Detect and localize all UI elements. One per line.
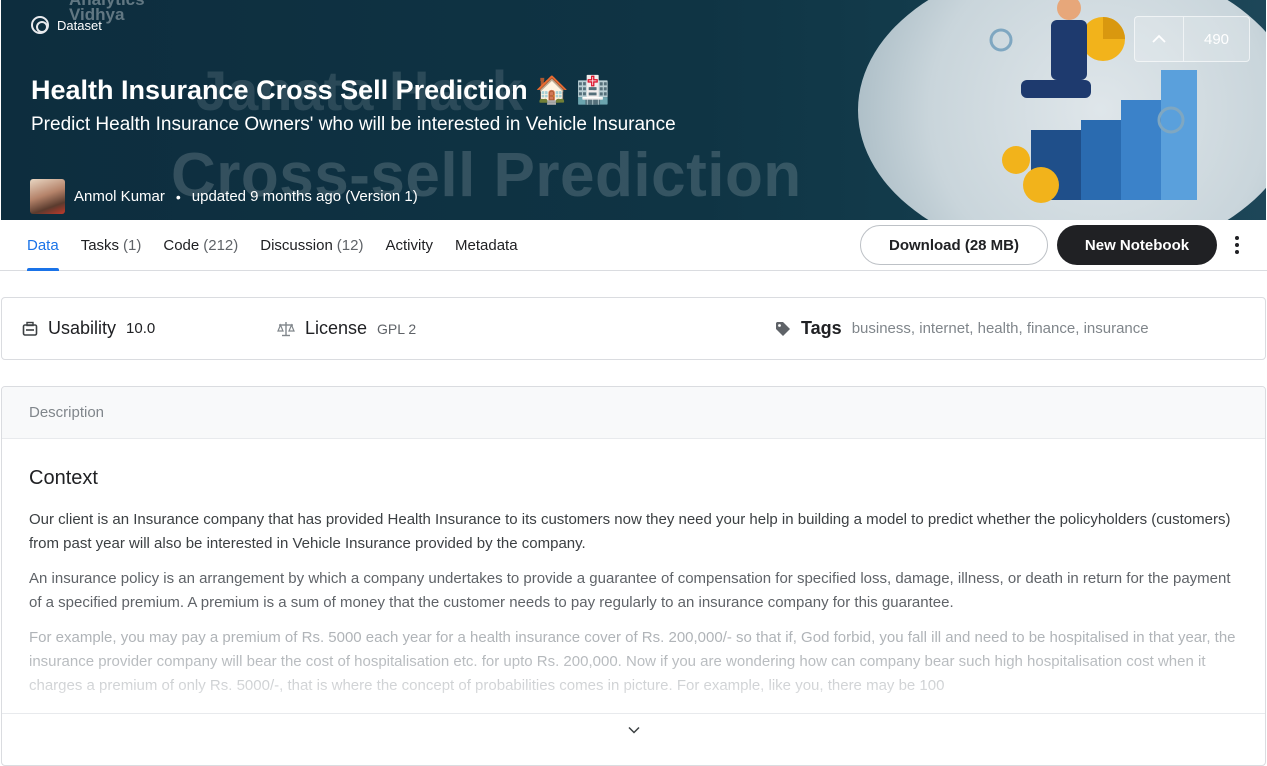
license-label: License <box>305 318 368 338</box>
license-section: License GPL 2 <box>277 298 416 359</box>
dataset-type-label: Dataset <box>31 16 102 34</box>
tag-icon <box>776 321 790 336</box>
chevron-down-icon <box>627 726 640 734</box>
new-notebook-button[interactable]: New Notebook <box>1057 225 1217 265</box>
usability-value[interactable]: 10.0 <box>126 320 155 337</box>
tab-activity[interactable]: Activity <box>385 220 433 270</box>
usability-icon <box>22 321 38 336</box>
separator-dot-icon: • <box>175 188 181 205</box>
page-subtitle: Predict Health Insurance Owners' who wil… <box>31 114 676 135</box>
upvote-widget: 490 <box>1134 16 1250 62</box>
tab-count: (1) <box>123 236 142 254</box>
more-options-icon[interactable] <box>1227 232 1247 258</box>
tab-label: Activity <box>385 236 433 254</box>
tab-label: Metadata <box>455 236 518 254</box>
usability-label: Usability <box>48 318 117 338</box>
dataset-tabbar: Data Tasks (1) Code (212) Discussion (12… <box>0 220 1267 271</box>
tags-list: business, internet, health, finance, ins… <box>851 320 1149 337</box>
scale-icon <box>277 321 295 336</box>
tag-link[interactable]: business <box>852 320 911 337</box>
tab-label: Discussion <box>260 236 333 254</box>
dataset-icon <box>31 16 49 34</box>
tab-label: Data <box>27 236 59 254</box>
expand-description-button[interactable] <box>2 713 1265 759</box>
description-card: Description Context Our client is an Ins… <box>1 386 1266 766</box>
tab-metadata[interactable]: Metadata <box>455 220 518 270</box>
dataset-meta-card: Usability 10.0 License GPL 2 Tags busine… <box>1 297 1266 360</box>
upvote-button[interactable] <box>1135 17 1184 61</box>
description-body: Context Our client is an Insurance compa… <box>2 439 1265 713</box>
avatar[interactable] <box>30 179 65 214</box>
description-header: Description <box>2 387 1265 439</box>
tab-tasks[interactable]: Tasks (1) <box>81 220 142 270</box>
tag-link[interactable]: internet <box>919 320 969 337</box>
tab-data[interactable]: Data <box>27 220 59 271</box>
chevron-up-icon <box>1152 34 1166 43</box>
dataset-type-text: Dataset <box>57 17 102 33</box>
usability-section: Usability 10.0 <box>22 298 155 359</box>
description-paragraph: Our client is an Insurance company that … <box>29 511 1231 552</box>
tab-count: (212) <box>203 236 239 254</box>
tag-link[interactable]: health <box>978 320 1019 337</box>
updated-text: updated 9 months ago (Version 1) <box>191 188 418 205</box>
tags-section: Tags business, internet, health, finance… <box>775 298 1149 359</box>
tag-link[interactable]: finance <box>1027 320 1075 337</box>
author-row: Anmol Kumar • updated 9 months ago (Vers… <box>30 179 418 214</box>
tags-label: Tags <box>801 318 842 338</box>
download-button[interactable]: Download (28 MB) <box>860 225 1048 265</box>
tab-count: (12) <box>336 236 364 254</box>
description-paragraph: An insurance policy is an arrangement by… <box>29 570 1231 611</box>
description-heading: Context <box>29 467 98 489</box>
license-value[interactable]: GPL 2 <box>377 321 416 337</box>
tag-link[interactable]: insurance <box>1084 320 1149 337</box>
page-title: Health Insurance Cross Sell Prediction 🏠… <box>31 75 610 105</box>
tab-label: Code <box>163 236 200 254</box>
dataset-banner: Janata Hack Cross-sell Prediction Analyt… <box>1 0 1266 220</box>
description-fade-overlay <box>2 653 1265 713</box>
tab-code[interactable]: Code (212) <box>163 220 238 270</box>
upvote-count: 490 <box>1203 30 1230 48</box>
tab-label: Tasks <box>80 236 120 254</box>
tab-list: Data Tasks (1) Code (212) Discussion (12… <box>27 220 540 271</box>
author-name[interactable]: Anmol Kumar <box>74 188 165 205</box>
tab-discussion[interactable]: Discussion (12) <box>260 220 363 270</box>
